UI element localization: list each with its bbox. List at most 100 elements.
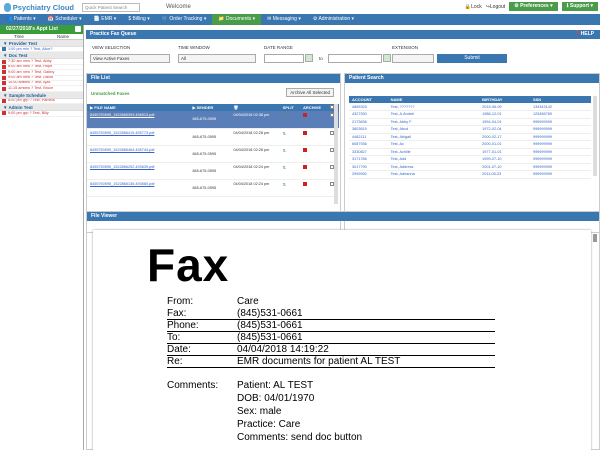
extension-select[interactable] <box>392 54 434 63</box>
file-viewer-scrollbar[interactable] <box>593 234 597 242</box>
patient-row[interactable]: 4482111 Test, Abigail 2000-02-17 999999999 <box>349 133 591 141</box>
file-date: 04/04/2018 02:24 pm <box>233 181 270 186</box>
split-icon[interactable]: ⇅ <box>283 149 286 153</box>
app-name: Psychiatry Cloud <box>12 2 74 12</box>
file-sender: 845-675-0595 <box>192 134 217 139</box>
nav-billing[interactable]: $ Billing ▾ <box>122 14 155 25</box>
logo[interactable]: Psychiatry Cloud <box>4 2 74 12</box>
archive-all-selected-button[interactable]: Archive All Selected <box>286 88 334 97</box>
col-name[interactable]: NAME <box>387 96 480 103</box>
appt-time: 7:30 am <box>8 59 22 63</box>
time-window-select[interactable]: All <box>178 54 256 63</box>
calendar-icon[interactable] <box>75 26 81 32</box>
nav-icon: 👥 <box>6 16 14 22</box>
file-row[interactable]: 8455750595_1522866252.493639.pdf 845-675-… <box>87 162 339 180</box>
patient-row[interactable]: 3017790 Test, Address 2001-07-10 999999999 <box>349 163 591 171</box>
nav-patients[interactable]: 👥 Patients ▾ <box>0 14 42 25</box>
appt-group-header[interactable]: ▼ Provider Test <box>0 40 83 47</box>
patient-account: 4327930 <box>349 110 388 119</box>
nav-order-tracking[interactable]: 🛒 Order Tracking ▾ <box>156 14 213 25</box>
quick-patient-search-input[interactable]: Quick Patient Search <box>82 2 140 12</box>
col-birthday[interactable]: BIRTHDAY <box>479 96 530 103</box>
date-to-input[interactable] <box>328 54 382 63</box>
preferences-button[interactable]: ⚙ Preferences ▾ <box>509 2 558 11</box>
patient-ssn: 123456789 <box>529 110 591 119</box>
nav-documents[interactable]: 📁 Documents ▾ <box>212 14 262 25</box>
patient-account: 3803619 <box>349 125 388 134</box>
fax-comment-line: DOB: 04/01/1970 <box>237 393 315 404</box>
patient-row[interactable]: 3330827 Test, Achille 1977-01-01 999999999 <box>349 148 591 156</box>
patient-row[interactable]: 2999930 Test, Adrianna 2011-05-23 999999999 <box>349 170 591 179</box>
file-name-link[interactable]: 8455750595_1522865393.456513.pdf <box>90 113 154 117</box>
fax-title: Fax <box>147 239 230 291</box>
patient-birthday: 2000-02-17 <box>479 133 530 141</box>
patient-account: 2999930 <box>349 170 388 179</box>
chevron-down-icon: ▾ <box>145 16 150 22</box>
file-row[interactable]: 8455750595_1522866464.455744.pdf 845-675-… <box>87 145 339 163</box>
nav-label: Administration <box>318 16 351 22</box>
file-name-link[interactable]: 8455750595_1522866252.493639.pdf <box>90 165 154 169</box>
patient-row[interactable]: 4865325 Test, ??????? 2015-06-09 134343142 <box>349 103 591 111</box>
appt-row[interactable]: 9:00 pm grp ? Test, Billy <box>0 111 83 117</box>
fax-field-key: Phone: <box>167 320 199 331</box>
nav-messaging[interactable]: ✉ Messaging ▾ <box>261 14 307 25</box>
col-sender[interactable]: ▶ SENDER <box>189 104 231 111</box>
file-name-link[interactable]: 8455750595_1522866464.455744.pdf <box>90 148 154 152</box>
view-selection-select[interactable]: View Active Faxes <box>90 54 170 63</box>
file-name-link[interactable]: 8455750595_1522866415.455773.pdf <box>90 131 154 135</box>
support-label: Support <box>569 3 590 9</box>
appt-patient: min ? Test, Alice? <box>23 47 53 51</box>
split-icon[interactable]: ⇅ <box>283 132 286 136</box>
date-range-label: DATE RANGE <box>264 45 293 50</box>
appt-group-header[interactable]: ▼ Sample Schedule <box>0 91 83 99</box>
patient-ssn: 999999999 <box>529 163 591 171</box>
archive-icon[interactable] <box>303 113 308 117</box>
logout-button[interactable]: ↪Logout <box>486 4 506 10</box>
date-to-calendar-icon[interactable] <box>383 54 391 62</box>
date-from-calendar-icon[interactable] <box>305 54 313 62</box>
unmatched-faxes-label: Unmatched Faxes <box>91 91 130 96</box>
patient-row[interactable]: 3803619 Test, Abcd 1972-02-04 999999999 <box>349 125 591 134</box>
archive-icon[interactable] <box>303 164 308 169</box>
patient-ssn: 999999999 <box>529 133 591 141</box>
fax-field-key: Date: <box>167 344 191 355</box>
support-button[interactable]: ℹ Support ▾ <box>561 2 598 11</box>
nav-label: Billing <box>132 16 146 22</box>
file-list-panel: File List Unmatched Faxes Archive All Se… <box>86 73 341 233</box>
submit-button[interactable]: Submit <box>437 54 507 63</box>
archive-icon[interactable] <box>303 181 308 186</box>
col-account[interactable]: ACCOUNT <box>349 96 388 103</box>
file-row[interactable]: 8455750595_1522866136.493580.pdf 845-675-… <box>87 179 339 197</box>
col-split: SPLIT <box>279 104 301 111</box>
nav-scheduler[interactable]: 📅 Scheduler ▾ <box>42 14 88 25</box>
patient-row[interactable]: 2173636 Test, Abby F 1994-04-01 999999999 <box>349 118 591 126</box>
col-ssn[interactable]: SSN <box>529 96 591 103</box>
appt-group-header[interactable]: ▼ Admin Test <box>0 104 83 112</box>
archive-icon[interactable] <box>303 147 308 152</box>
file-row[interactable]: 8455750595_1522865393.456513.pdf 845-675-… <box>87 111 339 129</box>
nav-label: Patients <box>13 16 32 22</box>
date-from-input[interactable] <box>264 54 304 63</box>
nav-administration[interactable]: ⚙ Administration ▾ <box>307 14 360 25</box>
patient-row[interactable]: 3171786 Test, Add 1999-07-10 999999999 <box>349 155 591 164</box>
appt-list-header: 02/27/2018's Appt List <box>0 25 83 34</box>
patient-row[interactable]: 6087936 Test, Ac 2000-01-01 999999999 <box>349 140 591 149</box>
file-name-link[interactable]: 8455750595_1522866136.493580.pdf <box>90 182 154 186</box>
lock-button[interactable]: 🔒Lock <box>465 4 482 10</box>
file-row[interactable]: 8455750595_1522866415.455773.pdf 845-675-… <box>87 128 339 146</box>
patient-search-scrollbar[interactable] <box>593 96 597 176</box>
split-icon[interactable]: ⇅ <box>283 183 286 187</box>
nav-emr[interactable]: 📄 EMR ▾ <box>88 14 123 25</box>
nav-label: Scheduler <box>55 16 78 22</box>
split-icon[interactable]: ⇅ <box>283 114 286 118</box>
patient-row[interactable]: 4327930 Test, A.Andrei 1986-12-01 123456789 <box>349 110 591 119</box>
file-list-scrollbar[interactable] <box>334 104 338 204</box>
patient-name: Test, Address <box>387 163 480 171</box>
split-icon[interactable]: ⇅ <box>283 166 286 170</box>
help-button[interactable]: ❓HELP <box>574 30 594 39</box>
archive-icon[interactable] <box>303 130 308 135</box>
nav-label: EMR <box>101 16 113 22</box>
col-file-name[interactable]: ▶ FILE NAME <box>87 104 190 111</box>
appt-group-header[interactable]: ▼ Doc Test <box>0 52 83 60</box>
patient-birthday: 1972-02-04 <box>479 125 530 134</box>
